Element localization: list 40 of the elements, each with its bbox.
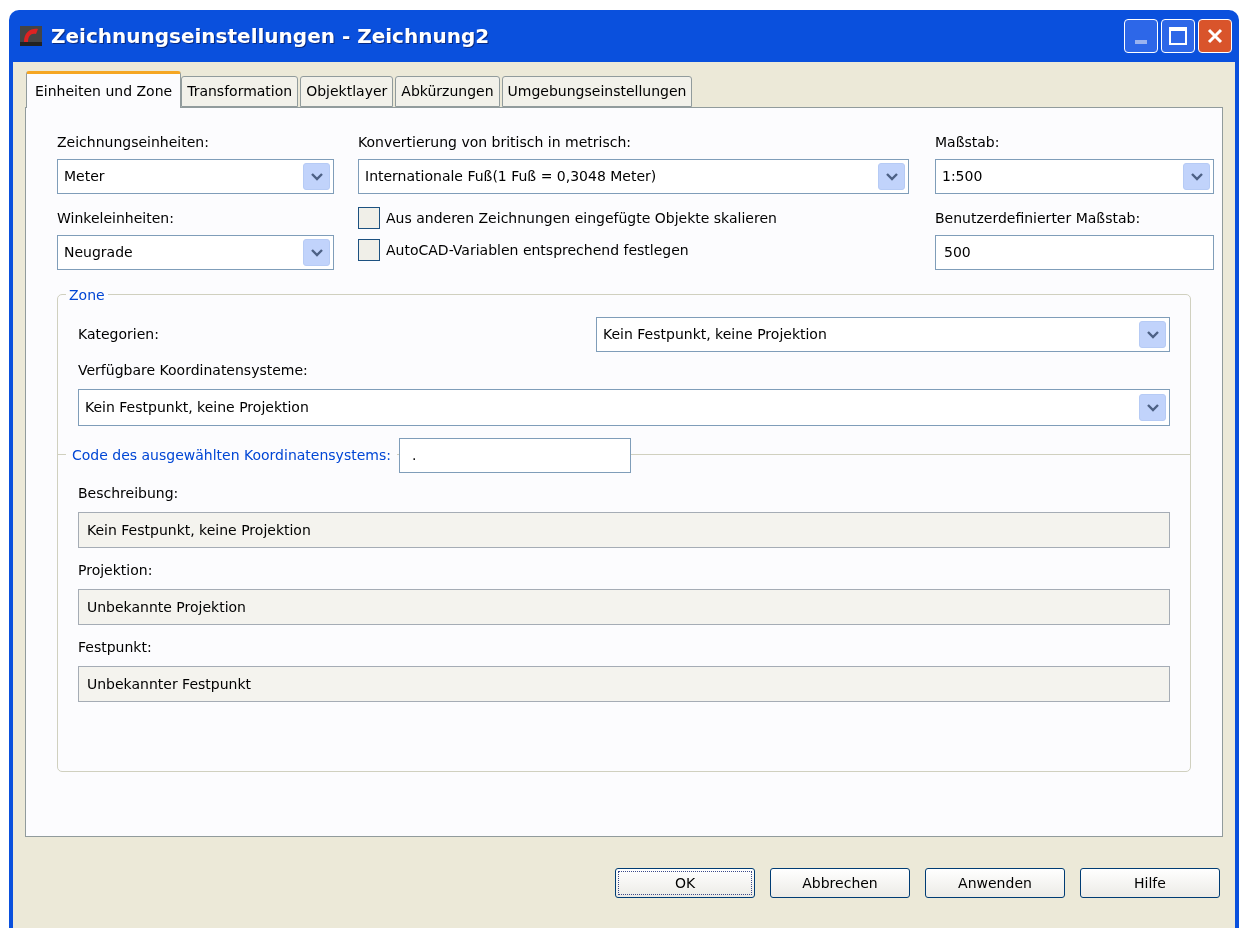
close-icon [1206,27,1224,45]
dialog-button[interactable]: Abbrechen [770,868,910,898]
dropdown[interactable]: Internationale Fuß(1 Fuß = 0,3048 Meter) [358,159,909,194]
app-icon [19,24,43,48]
tab[interactable]: Einheiten und Zone [26,71,182,108]
dropdown[interactable]: 1:500 [935,159,1214,194]
dropdown[interactable]: Kein Festpunkt, keine Projektion [78,389,1170,426]
dropdown[interactable]: Meter [57,159,334,194]
checkbox-label: Aus anderen Zeichnungen eingefügte Objekte skalieren [386,208,777,228]
tab[interactable]: Abkürzungen [395,76,500,107]
field-label: Maßstab: [935,133,1001,152]
dialog-button[interactable]: Hilfe [1080,868,1220,898]
checkbox[interactable] [358,207,380,229]
field-label: Zeichnungseinheiten: [57,133,210,152]
maximize-button[interactable] [1161,19,1195,53]
field-label: Projektion: [78,561,154,580]
readonly-field[interactable]: Kein Festpunkt, keine Projektion [78,512,1170,548]
field-label: Kategorien: [78,325,159,344]
input-field[interactable]: 500 [935,235,1214,270]
tab[interactable]: Transformation [181,76,299,107]
dialog-button[interactable]: Anwenden [925,868,1065,898]
tab[interactable]: Objektlayer [300,76,394,107]
field-label: Verfügbare Koordinatensysteme: [78,361,309,380]
checkbox[interactable] [358,239,380,261]
checkbox-label: AutoCAD-Variablen entsprechend festlegen [386,240,689,260]
readonly-field[interactable]: Unbekannte Projektion [78,589,1170,625]
code-field[interactable]: . [398,437,631,473]
dropdown[interactable]: Neugrade [57,235,334,270]
readonly-field[interactable]: Unbekannter Festpunkt [78,666,1170,702]
minimize-button[interactable] [1124,19,1158,53]
window-title: Zeichnungseinstellungen - Zeichnung2 [51,23,490,50]
field-label: Beschreibung: [78,484,180,503]
field-label: Konvertierung von britisch in metrisch: [358,133,632,152]
tab[interactable]: Umgebungseinstellungen [501,76,693,107]
dropdown[interactable]: Kein Festpunkt, keine Projektion [596,317,1170,352]
field-label: Benutzerdefinierter Maßstab: [935,209,1142,228]
field-label: Festpunkt: [78,638,153,657]
close-button[interactable] [1198,19,1232,53]
field-label: Winkeleinheiten: [57,209,175,228]
dialog-button[interactable]: OK [615,868,755,898]
